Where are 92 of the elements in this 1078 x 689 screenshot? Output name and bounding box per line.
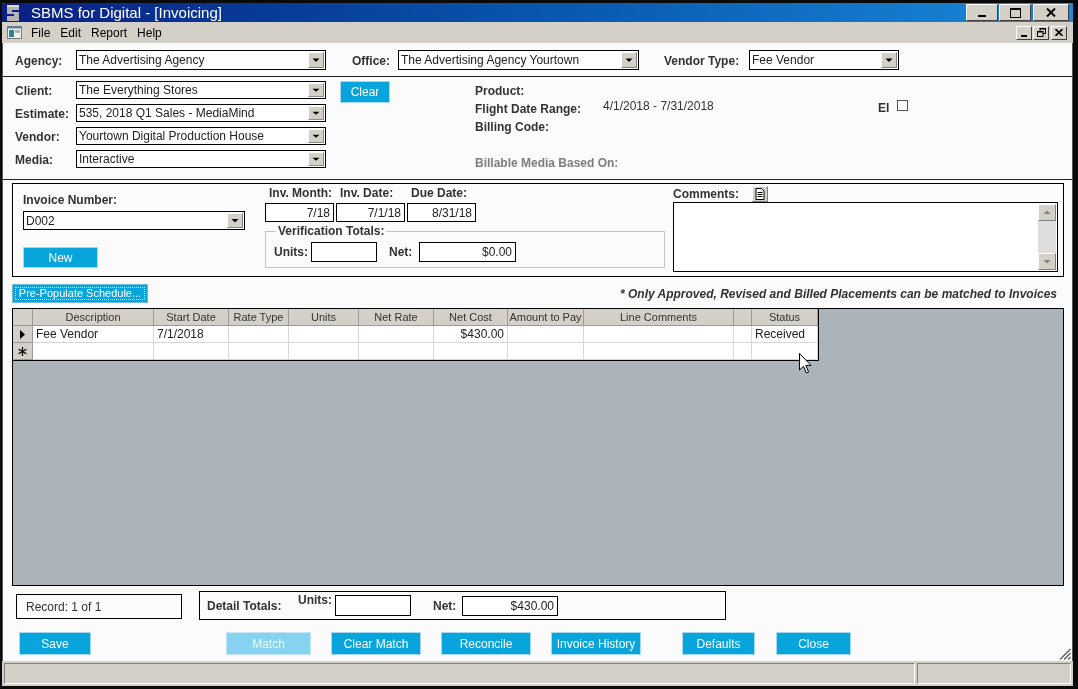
field-label: Units: bbox=[298, 594, 332, 606]
header-corner bbox=[13, 309, 33, 326]
table-cell bbox=[289, 343, 359, 360]
field-label: Due Date: bbox=[411, 187, 467, 199]
close-icon bbox=[1055, 29, 1063, 36]
field-label: Flight Date Range: bbox=[475, 102, 581, 115]
field-label: Billable Media Based On: bbox=[475, 156, 619, 169]
field-label: Comments: bbox=[673, 188, 739, 200]
minimize-icon bbox=[1021, 34, 1027, 37]
window-title: SBMS for Digital - [Invoicing] bbox=[31, 5, 222, 20]
window-icon[interactable] bbox=[7, 26, 22, 39]
field-label: Office: bbox=[352, 54, 390, 67]
field-label: Agency: bbox=[15, 54, 63, 67]
field-value: 4/1/2018 - 7/31/2018 bbox=[603, 100, 714, 112]
comments-field[interactable] bbox=[673, 202, 1058, 272]
dropdown[interactable]: 535, 2018 Q1 Sales - MediaMind bbox=[76, 104, 326, 122]
minimize-button[interactable] bbox=[966, 4, 998, 21]
dropdown[interactable]: The Advertising Agency Yourtown bbox=[398, 49, 639, 70]
resize-grip-icon[interactable] bbox=[1059, 648, 1071, 660]
row-pointer-icon bbox=[20, 329, 25, 339]
menu-item[interactable]: Edit bbox=[55, 26, 87, 39]
group-label: Verification Totals: bbox=[277, 225, 386, 237]
column-header[interactable]: Net Rate bbox=[359, 309, 434, 326]
field-label: Estimate: bbox=[15, 108, 70, 120]
dropdown-arrow-icon[interactable] bbox=[308, 129, 324, 143]
field-label: EI bbox=[878, 102, 890, 114]
document-icon[interactable] bbox=[752, 186, 768, 202]
scroll-up-arrow-icon[interactable] bbox=[1038, 204, 1056, 221]
table-cell bbox=[229, 343, 289, 360]
column-header[interactable]: Line Comments bbox=[584, 309, 734, 326]
field-label: Vendor Type: bbox=[664, 54, 740, 67]
note-text: * Only Approved, Revised and Billed Placements can be matched to Invoices bbox=[619, 287, 1057, 300]
field-label: Net: bbox=[389, 246, 413, 258]
units-field[interactable] bbox=[335, 595, 411, 616]
column-header[interactable]: Status bbox=[752, 309, 818, 326]
scroll-down-arrow-icon[interactable] bbox=[1038, 253, 1056, 270]
row-header[interactable] bbox=[13, 326, 33, 343]
restore-button[interactable] bbox=[1033, 25, 1049, 40]
field-label: Product: bbox=[475, 84, 525, 97]
field-label: Detail Totals: bbox=[207, 599, 282, 612]
date-field[interactable]: 7/18 bbox=[265, 203, 334, 222]
column-header[interactable]: Net Cost bbox=[434, 309, 508, 326]
minimize-icon bbox=[978, 15, 986, 17]
close-icon bbox=[1046, 8, 1056, 17]
net-field[interactable]: $430.00 bbox=[462, 595, 558, 616]
dropdown[interactable]: D002 bbox=[23, 211, 245, 230]
field-label: Media: bbox=[15, 154, 53, 166]
new-row-icon bbox=[18, 346, 27, 356]
column-header[interactable]: Start Date bbox=[154, 309, 229, 326]
field-label: Units: bbox=[274, 246, 308, 258]
restore-icon bbox=[1036, 28, 1046, 37]
column-header[interactable]: Rate Type bbox=[229, 309, 289, 326]
field-label: Invoice Number: bbox=[23, 194, 118, 206]
dropdown[interactable]: Yourtown Digital Production House bbox=[76, 127, 326, 145]
dropdown-arrow-icon[interactable] bbox=[227, 213, 243, 228]
dropdown[interactable]: The Advertising Agency bbox=[76, 49, 326, 70]
column-header[interactable]: Units bbox=[289, 309, 359, 326]
close-button[interactable] bbox=[1033, 4, 1069, 21]
menu-item[interactable]: Help bbox=[132, 26, 167, 39]
column-header[interactable]: Amount to Pay bbox=[508, 309, 584, 326]
menu-item[interactable]: File bbox=[26, 26, 56, 39]
date-field[interactable]: 8/31/18 bbox=[407, 203, 476, 222]
maximize-button[interactable] bbox=[999, 4, 1031, 21]
scrollbar[interactable] bbox=[1038, 204, 1056, 270]
menu-item[interactable]: Report bbox=[86, 26, 133, 39]
row-header[interactable] bbox=[13, 343, 33, 360]
dropdown[interactable]: The Everything Stores bbox=[76, 81, 326, 99]
field-label: Inv. Month: bbox=[269, 187, 333, 199]
net-field[interactable]: $0.00 bbox=[419, 242, 516, 262]
field-label: Net: bbox=[433, 599, 457, 612]
field-label: Billing Code: bbox=[475, 120, 549, 133]
record-counter: Record: 1 of 1 bbox=[26, 600, 102, 613]
dropdown-arrow-icon[interactable] bbox=[308, 106, 324, 120]
minimize-button[interactable] bbox=[1016, 25, 1032, 40]
date-field[interactable]: 7/1/18 bbox=[336, 203, 405, 222]
dropdown-arrow-icon[interactable] bbox=[881, 51, 897, 68]
dropdown-arrow-icon[interactable] bbox=[308, 83, 324, 97]
field-label: Inv. Date: bbox=[340, 187, 394, 199]
dropdown[interactable]: Interactive bbox=[76, 150, 326, 168]
dropdown-arrow-icon[interactable] bbox=[308, 51, 324, 68]
checkbox[interactable] bbox=[897, 100, 909, 111]
close-button[interactable] bbox=[1051, 25, 1067, 40]
table-cell bbox=[734, 343, 752, 360]
maximize-icon bbox=[1009, 7, 1021, 18]
app-logo-icon bbox=[7, 4, 19, 21]
field-label: Vendor: bbox=[15, 131, 60, 143]
field-label: Client: bbox=[15, 85, 53, 97]
dropdown[interactable]: Fee Vendor bbox=[749, 49, 899, 70]
dropdown-arrow-icon[interactable] bbox=[621, 51, 637, 68]
column-header[interactable]: Description bbox=[33, 309, 154, 326]
units-field[interactable] bbox=[311, 242, 377, 262]
dropdown-arrow-icon[interactable] bbox=[308, 152, 324, 166]
